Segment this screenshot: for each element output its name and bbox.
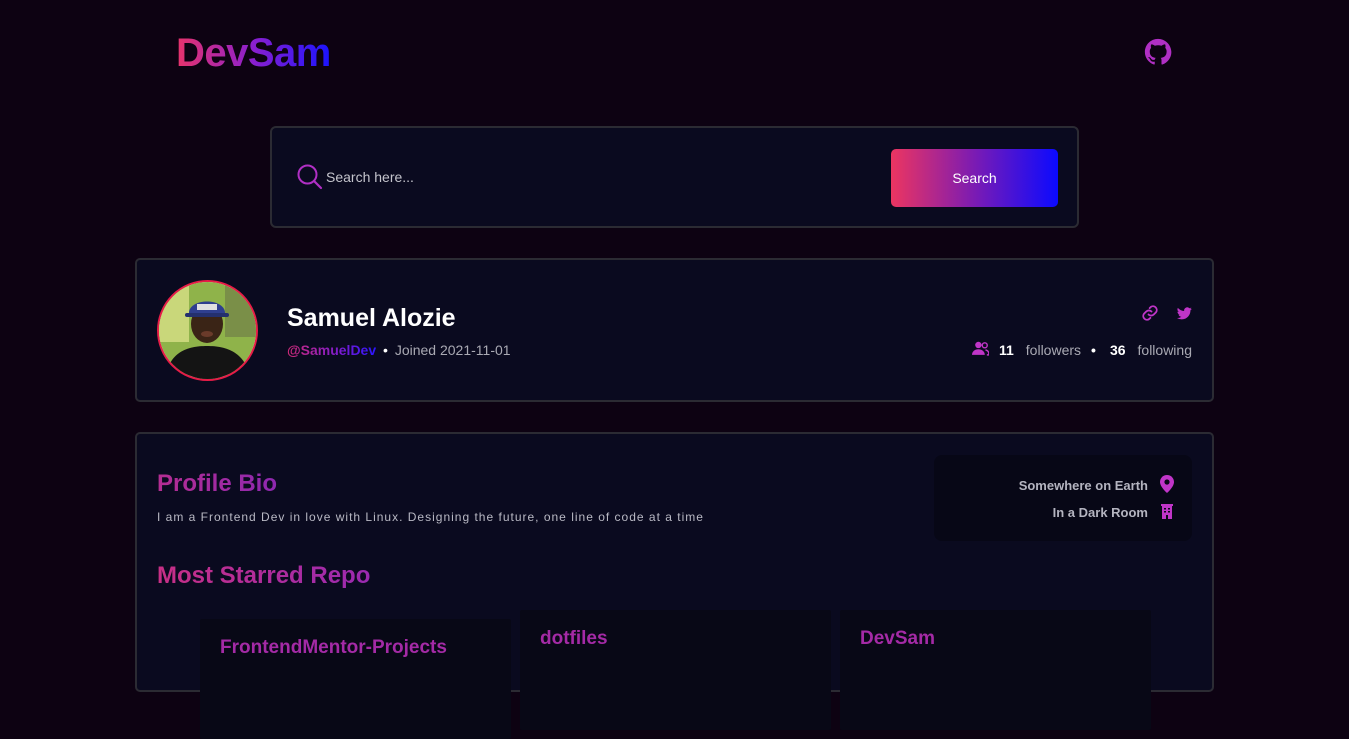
bio-card: Profile Bio I am a Frontend Dev in love … xyxy=(135,432,1214,739)
location-row: Somewhere on Earth xyxy=(1019,475,1174,496)
search-input[interactable] xyxy=(324,164,844,190)
repo-name[interactable]: DevSam xyxy=(860,628,935,650)
profile-handle[interactable]: @SamuelDev xyxy=(287,342,376,358)
following-label[interactable]: following xyxy=(1138,342,1192,358)
followers-label[interactable]: followers xyxy=(1026,342,1081,358)
search-icon xyxy=(296,163,324,191)
bio-text: I am a Frontend Dev in love with Linux. … xyxy=(157,510,704,524)
building-icon xyxy=(1160,503,1174,522)
profile-name: Samuel Alozie xyxy=(287,304,456,332)
company-row: In a Dark Room xyxy=(1053,503,1174,522)
github-icon[interactable] xyxy=(1143,37,1173,67)
avatar xyxy=(157,280,258,381)
search-button[interactable]: Search xyxy=(891,149,1058,207)
map-pin-icon xyxy=(1160,475,1174,496)
profile-meta: @SamuelDev • Joined 2021-11-01 xyxy=(287,342,511,358)
stats-separator: • xyxy=(1091,342,1096,358)
location-text: Somewhere on Earth xyxy=(1018,478,1148,493)
repo-name[interactable]: dotfiles xyxy=(540,628,608,650)
twitter-icon[interactable] xyxy=(1177,306,1192,325)
logo[interactable]: DevSam xyxy=(176,30,331,76)
following-count[interactable]: 36 xyxy=(1110,342,1126,358)
meta-separator: • xyxy=(383,342,388,358)
company-text: In a Dark Room xyxy=(1052,505,1148,520)
users-icon xyxy=(971,341,990,359)
info-box: Somewhere on Earth In a Dark Room xyxy=(934,455,1192,541)
repo-card[interactable]: DevSam xyxy=(840,610,1151,730)
repos-title: Most Starred Repo xyxy=(157,562,371,589)
repo-card[interactable]: dotfiles xyxy=(520,610,831,730)
repo-card[interactable]: FrontendMentor-Projects xyxy=(200,619,511,739)
link-icon[interactable] xyxy=(1141,304,1159,327)
follow-stats: 11 followers • 36 following xyxy=(971,341,1192,359)
profile-card: Samuel Alozie @SamuelDev • Joined 2021-1… xyxy=(135,258,1214,402)
repo-name[interactable]: FrontendMentor-Projects xyxy=(220,637,447,659)
search-card: Search xyxy=(270,126,1079,228)
followers-count[interactable]: 11 xyxy=(999,342,1014,358)
bio-title: Profile Bio xyxy=(157,470,278,497)
joined-date: Joined 2021-11-01 xyxy=(394,342,511,358)
social-links xyxy=(1141,304,1192,327)
